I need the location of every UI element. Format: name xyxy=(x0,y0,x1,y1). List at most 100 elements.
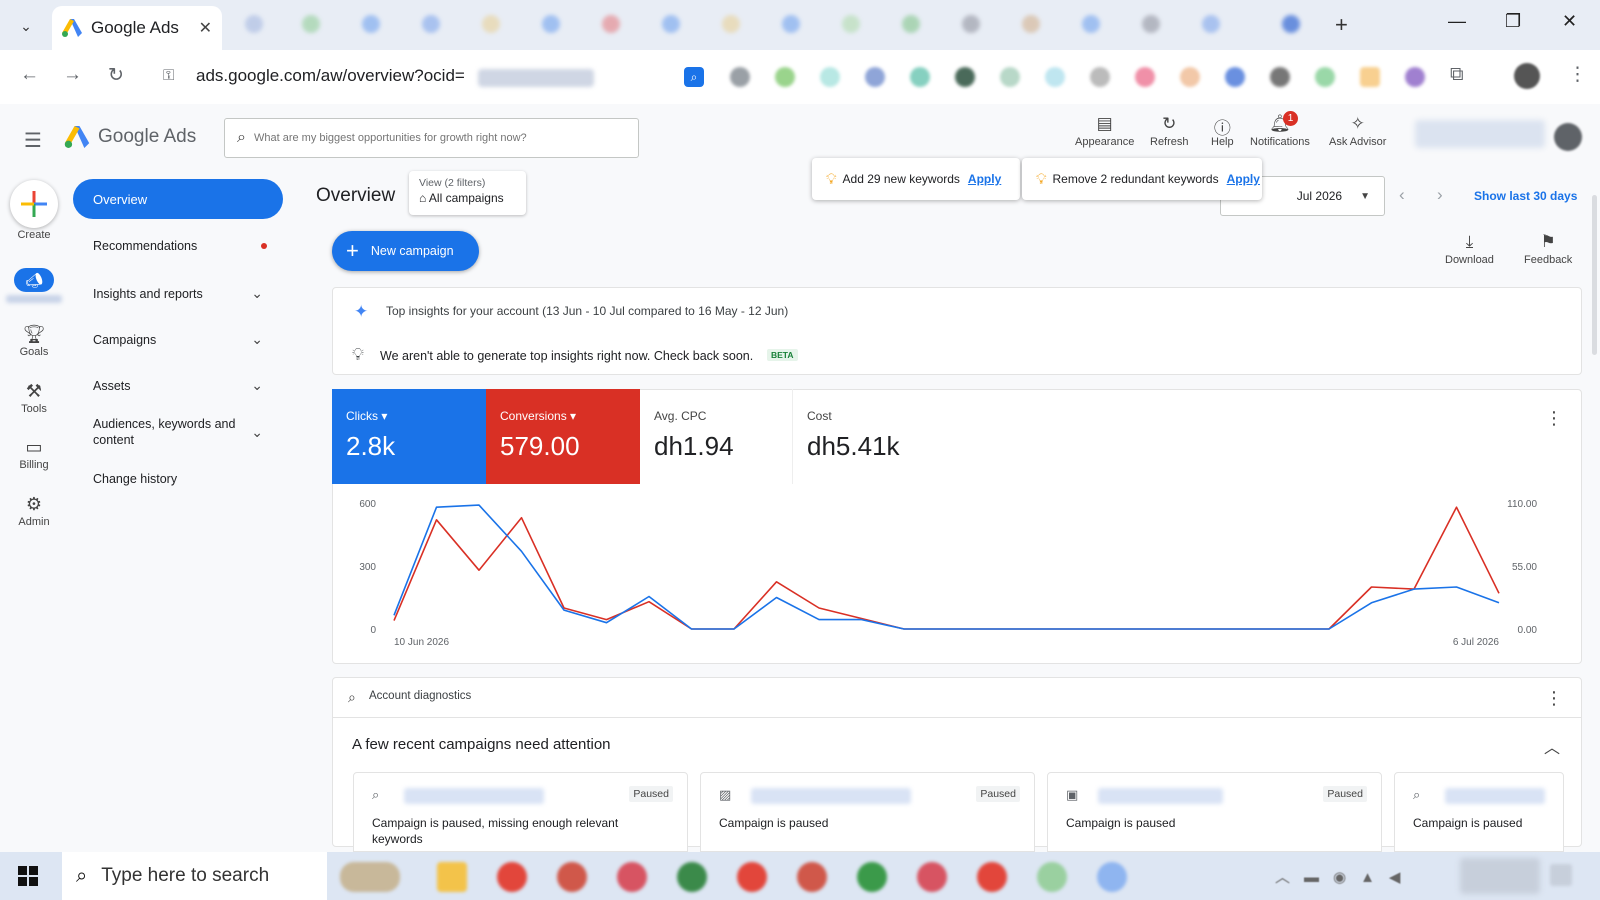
close-window-button[interactable]: ✕ xyxy=(1562,11,1577,32)
clock-redacted[interactable] xyxy=(1460,858,1540,894)
extension-icon[interactable] xyxy=(1135,67,1155,87)
nav-item-recommendations[interactable]: Recommendations xyxy=(93,239,263,253)
blurred-tab-icon[interactable] xyxy=(842,15,860,33)
campaign-attention-card[interactable]: ▣ Paused Campaign is paused xyxy=(1047,772,1382,852)
account-avatar[interactable] xyxy=(1554,123,1582,151)
hamburger-menu-icon[interactable]: ☰ xyxy=(24,128,42,153)
chrome-icon[interactable] xyxy=(917,862,947,892)
account-info-redacted[interactable] xyxy=(1415,120,1545,148)
blurred-tab-icon[interactable] xyxy=(1202,15,1220,33)
blurred-tab-icon[interactable] xyxy=(1282,15,1300,33)
profile-avatar[interactable] xyxy=(1514,63,1540,89)
search-input[interactable] xyxy=(253,132,638,144)
extension-icon[interactable] xyxy=(820,67,840,87)
nav-item-assets[interactable]: Assets ⌄ xyxy=(93,377,263,394)
blurred-tab-icon[interactable] xyxy=(1022,15,1040,33)
chevron-up-icon[interactable]: ︿ xyxy=(1544,734,1560,758)
create-button[interactable] xyxy=(10,180,58,228)
browser-menu-icon[interactable]: ⋮ xyxy=(1568,63,1587,86)
metric-conversions[interactable]: Conversions ▾ 579.00 xyxy=(486,389,640,484)
system-tray-icons[interactable]: ︿▬◉▲◀ xyxy=(1275,866,1414,887)
new-tab-button[interactable]: + xyxy=(1335,12,1348,38)
blurred-tab-icon[interactable] xyxy=(962,15,980,33)
windows-start-button[interactable] xyxy=(18,866,38,892)
search-extension-icon[interactable]: ⌕ xyxy=(684,67,704,87)
blurred-tab-icon[interactable] xyxy=(602,15,620,33)
extension-icon[interactable] xyxy=(1270,67,1290,87)
blurred-tab-icon[interactable] xyxy=(482,15,500,33)
blurred-tab-icon[interactable] xyxy=(422,15,440,33)
extension-icon[interactable] xyxy=(955,67,975,87)
taskbar-app-icon[interactable] xyxy=(1037,862,1067,892)
extension-icon[interactable] xyxy=(865,67,885,87)
chrome-icon[interactable] xyxy=(977,862,1007,892)
chrome-icon[interactable] xyxy=(857,862,887,892)
extension-icon[interactable] xyxy=(1225,67,1245,87)
nav-item-audiences[interactable]: Audiences, keywords and content ⌄ xyxy=(93,416,263,448)
goals-rail-button[interactable]: 🏆︎ Goals xyxy=(4,324,64,358)
tab-search-chevron-icon[interactable]: ⌄ xyxy=(12,12,40,40)
help-button[interactable]: ⓘ Help xyxy=(1211,114,1234,148)
notifications-button[interactable]: 🔔︎ Notifications xyxy=(1250,114,1310,148)
view-filter-chip[interactable]: View (2 filters) ⌂ All campaigns xyxy=(409,171,526,215)
reload-icon[interactable]: ↻ xyxy=(108,64,124,87)
google-ads-logo[interactable]: Google Ads xyxy=(64,126,196,148)
blurred-tab-icon[interactable] xyxy=(245,15,263,33)
blurred-tab-icon[interactable] xyxy=(662,15,680,33)
extension-icon[interactable] xyxy=(1405,67,1425,87)
blurred-tab-icon[interactable] xyxy=(302,15,320,33)
file-explorer-icon[interactable] xyxy=(437,862,467,892)
search-box[interactable]: ⌕ xyxy=(224,118,639,158)
blurred-tab-icon[interactable] xyxy=(1082,15,1100,33)
chrome-icon[interactable] xyxy=(557,862,587,892)
extension-icon[interactable] xyxy=(1180,67,1200,87)
taskbar-app-icon[interactable] xyxy=(1097,862,1127,892)
blurred-tab-icon[interactable] xyxy=(362,15,380,33)
diagnostics-more-options-icon[interactable]: ⋮ xyxy=(1545,688,1563,709)
apply-remove-keywords-link[interactable]: Apply xyxy=(1227,172,1260,186)
admin-rail-button[interactable]: ⚙ Admin xyxy=(4,494,64,528)
extensions-puzzle-icon[interactable]: ⧉ xyxy=(1450,64,1464,86)
chrome-icon[interactable] xyxy=(737,862,767,892)
extension-icon[interactable] xyxy=(1000,67,1020,87)
extension-icon[interactable] xyxy=(1360,67,1380,87)
notification-center-icon[interactable] xyxy=(1550,864,1572,886)
chrome-icon[interactable] xyxy=(797,862,827,892)
campaign-attention-card[interactable]: ⌕ Campaign is paused xyxy=(1394,772,1564,852)
extension-icon[interactable] xyxy=(1045,67,1065,87)
url-text[interactable]: ads.google.com/aw/overview?ocid= xyxy=(196,66,465,86)
campaigns-rail-button[interactable]: 📣︎ xyxy=(14,268,54,292)
nav-item-insights-reports[interactable]: Insights and reports ⌄ xyxy=(93,285,263,302)
appearance-button[interactable]: ▤ Appearance xyxy=(1075,114,1134,148)
chart-more-options-icon[interactable]: ⋮ xyxy=(1545,408,1563,429)
extension-icon[interactable] xyxy=(1090,67,1110,87)
blurred-tab-icon[interactable] xyxy=(722,15,740,33)
extension-icon[interactable] xyxy=(1315,67,1335,87)
refresh-button[interactable]: ↻ Refresh xyxy=(1150,114,1189,148)
tab-close-icon[interactable]: ✕ xyxy=(199,18,212,38)
metric-clicks[interactable]: Clicks ▾ 2.8k xyxy=(332,389,486,484)
nav-item-overview[interactable]: Overview xyxy=(73,179,283,219)
extension-icon[interactable] xyxy=(775,67,795,87)
metric-cost[interactable]: Cost dh5.41k xyxy=(792,389,952,484)
site-info-icon[interactable]: ⚿ xyxy=(163,67,174,84)
campaign-attention-card[interactable]: ▨ Paused Campaign is paused xyxy=(700,772,1035,852)
back-arrow-icon[interactable]: ← xyxy=(20,64,39,86)
taskbar-app-icon[interactable] xyxy=(340,862,400,892)
minimize-button[interactable]: — xyxy=(1448,11,1466,32)
blurred-tab-icon[interactable] xyxy=(902,15,920,33)
metric-avg-cpc[interactable]: Avg. CPC dh1.94 xyxy=(640,389,792,484)
extension-icon[interactable] xyxy=(730,67,750,87)
chrome-icon[interactable] xyxy=(497,862,527,892)
blurred-tab-icon[interactable] xyxy=(542,15,560,33)
forward-arrow-icon[interactable]: → xyxy=(63,64,82,86)
chrome-icon[interactable] xyxy=(617,862,647,892)
blurred-tab-icon[interactable] xyxy=(782,15,800,33)
campaign-attention-card[interactable]: ⌕ Paused Campaign is paused, missing eno… xyxy=(353,772,688,852)
browser-tab-google-ads[interactable]: Google Ads ✕ xyxy=(52,6,222,50)
blurred-tab-icon[interactable] xyxy=(1142,15,1160,33)
tools-rail-button[interactable]: ⚒ Tools xyxy=(4,381,64,415)
extension-icon[interactable] xyxy=(910,67,930,87)
nav-item-campaigns[interactable]: Campaigns ⌄ xyxy=(93,331,263,348)
restore-button[interactable]: ❐ xyxy=(1505,11,1521,32)
